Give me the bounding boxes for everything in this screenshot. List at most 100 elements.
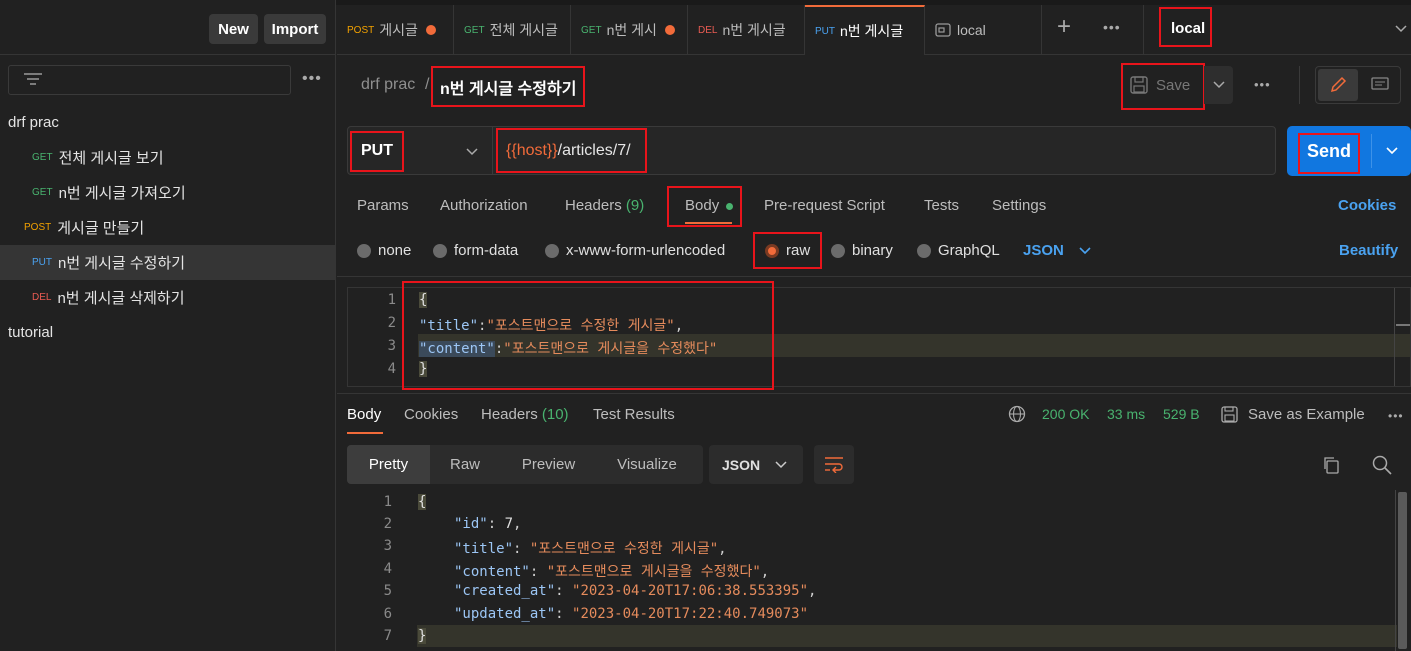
view-visualize[interactable]: Visualize bbox=[597, 445, 697, 484]
method-badge: GET bbox=[32, 187, 53, 198]
response-format-select[interactable]: JSON bbox=[709, 445, 803, 484]
save-button[interactable]: Save bbox=[1124, 66, 1204, 104]
radio-raw-selected[interactable] bbox=[765, 244, 779, 258]
sidebar-item-get-all[interactable]: GET 전체 게시글 보기 bbox=[0, 140, 336, 175]
copy-icon[interactable] bbox=[1322, 456, 1340, 474]
tab-headers[interactable]: Headers (9) bbox=[565, 197, 644, 214]
url-input[interactable]: {{host}}/articles/7/ bbox=[506, 142, 631, 160]
tab-body[interactable]: Body bbox=[685, 197, 719, 214]
sidebar-item-label: 게시글 만들기 bbox=[57, 220, 145, 237]
response-tab-body[interactable]: Body bbox=[347, 406, 381, 423]
tab-put-active[interactable]: PUT n번 게시글 bbox=[805, 5, 925, 55]
divider bbox=[337, 393, 1411, 394]
response-body-viewer[interactable]: 1 2 3 4 5 6 7 { "id": 7, "title": "포스트맨으… bbox=[337, 490, 1411, 651]
tab-get-one[interactable]: GET n번 게시 bbox=[571, 5, 688, 55]
import-button[interactable]: Import bbox=[264, 14, 326, 44]
response-tab-test-results[interactable]: Test Results bbox=[593, 406, 675, 423]
tab-delete[interactable]: DEL n번 게시글 bbox=[688, 5, 805, 55]
request-more-icon[interactable]: ••• bbox=[1254, 77, 1271, 92]
tab-get-all[interactable]: GET 전체 게시글 bbox=[454, 5, 571, 55]
tab-post[interactable]: POST 게시글 bbox=[337, 5, 454, 55]
chevron-down-icon bbox=[1213, 81, 1225, 89]
response-status[interactable]: 200 OK bbox=[1042, 406, 1089, 422]
sidebar-item-delete[interactable]: DEL n번 게시글 삭제하기 bbox=[0, 280, 336, 315]
scrollbar-track[interactable] bbox=[1395, 490, 1396, 651]
search-icon[interactable] bbox=[1372, 455, 1392, 475]
editor-scrollbar[interactable] bbox=[1396, 324, 1410, 326]
json-value: 7 bbox=[504, 516, 514, 532]
method-badge: GET bbox=[32, 152, 53, 163]
sidebar-item-post[interactable]: POST 게시글 만들기 bbox=[0, 210, 336, 245]
response-view-tabs: Pretty Raw Preview Visualize bbox=[347, 445, 703, 484]
radio-binary[interactable] bbox=[831, 244, 845, 258]
tab-prerequest-script[interactable]: Pre-request Script bbox=[764, 197, 885, 214]
response-more-icon[interactable]: ••• bbox=[1388, 409, 1404, 423]
unsaved-dot-icon bbox=[425, 25, 436, 35]
format-value: JSON bbox=[722, 456, 761, 473]
editor-scrollbar-track[interactable] bbox=[1394, 288, 1395, 386]
json-key: "id" bbox=[454, 516, 488, 532]
radio-graphql-label: GraphQL bbox=[938, 242, 1000, 259]
tab-label: local bbox=[957, 22, 986, 38]
view-toggle bbox=[1315, 66, 1401, 104]
save-icon bbox=[1130, 76, 1148, 94]
radio-form-data[interactable] bbox=[433, 244, 447, 258]
radio-graphql[interactable] bbox=[917, 244, 931, 258]
response-scrollbar[interactable] bbox=[1398, 492, 1407, 649]
chevron-down-icon bbox=[775, 460, 787, 468]
tab-params[interactable]: Params bbox=[357, 197, 409, 214]
method-select[interactable]: PUT bbox=[348, 127, 493, 174]
sidebar-item-label: n번 게시글 가져오기 bbox=[58, 185, 186, 202]
view-pretty[interactable]: Pretty bbox=[347, 445, 430, 484]
response-time[interactable]: 33 ms bbox=[1107, 406, 1145, 422]
environment-selector[interactable]: local bbox=[1171, 20, 1205, 37]
radio-urlencoded[interactable] bbox=[545, 244, 559, 258]
response-headers-label: Headers bbox=[481, 406, 538, 423]
sidebar-item-label: n번 게시글 삭제하기 bbox=[57, 290, 185, 307]
new-tab-plus-icon[interactable]: + bbox=[1057, 13, 1071, 41]
new-button[interactable]: New bbox=[209, 14, 258, 44]
view-raw[interactable]: Raw bbox=[430, 445, 500, 484]
wrap-lines-icon bbox=[825, 457, 843, 473]
page-title[interactable]: n번 게시글 수정하기 bbox=[440, 75, 576, 99]
sidebar-item-put[interactable]: PUT n번 게시글 수정하기 bbox=[0, 245, 336, 280]
save-dropdown[interactable] bbox=[1204, 66, 1233, 104]
response-size[interactable]: 529 B bbox=[1163, 406, 1200, 422]
format-select[interactable]: JSON bbox=[1023, 242, 1092, 259]
save-as-example-button[interactable]: Save as Example bbox=[1221, 406, 1365, 423]
collection-tutorial[interactable]: tutorial bbox=[0, 315, 336, 350]
more-options-icon[interactable]: ••• bbox=[302, 70, 322, 88]
beautify-link[interactable]: Beautify bbox=[1339, 242, 1398, 259]
send-button-group: Send bbox=[1287, 126, 1411, 176]
method-badge: POST bbox=[347, 24, 375, 36]
breadcrumb-separator: / bbox=[425, 76, 430, 93]
cookies-link[interactable]: Cookies bbox=[1338, 197, 1396, 214]
request-body-editor[interactable]: 1 2 3 4 { "title":"포스트맨으로 수정한 게시글", "con… bbox=[347, 287, 1411, 387]
breadcrumb-collection[interactable]: drf prac bbox=[361, 76, 415, 94]
filter-search-input[interactable] bbox=[8, 65, 291, 95]
body-tab-underline bbox=[685, 222, 732, 224]
view-preview[interactable]: Preview bbox=[500, 445, 597, 484]
radio-none[interactable] bbox=[357, 244, 371, 258]
tabs-more-icon[interactable]: ••• bbox=[1103, 19, 1121, 35]
save-label: Save bbox=[1156, 76, 1191, 94]
tab-environment-local[interactable]: local bbox=[925, 5, 1042, 55]
chevron-down-icon bbox=[1079, 246, 1091, 254]
response-headers-count: (10) bbox=[541, 406, 569, 423]
environment-chevron-down-icon[interactable] bbox=[1394, 24, 1408, 34]
response-tab-headers[interactable]: Headers (10) bbox=[481, 406, 569, 423]
response-tab-cookies[interactable]: Cookies bbox=[404, 406, 458, 423]
tab-tests[interactable]: Tests bbox=[924, 197, 959, 214]
send-dropdown[interactable] bbox=[1372, 126, 1411, 176]
edit-mode-button[interactable] bbox=[1318, 69, 1358, 101]
tab-settings[interactable]: Settings bbox=[992, 197, 1046, 214]
globe-icon[interactable] bbox=[1008, 405, 1026, 423]
sidebar-item-label: 전체 게시글 보기 bbox=[58, 150, 164, 167]
tab-headers-label: Headers bbox=[565, 197, 622, 214]
wrap-lines-button[interactable] bbox=[814, 445, 854, 484]
send-button[interactable]: Send bbox=[1287, 126, 1371, 176]
documentation-button[interactable] bbox=[1360, 69, 1400, 101]
collection-drf-prac[interactable]: drf prac bbox=[0, 105, 336, 140]
sidebar-item-get-one[interactable]: GET n번 게시글 가져오기 bbox=[0, 175, 336, 210]
tab-authorization[interactable]: Authorization bbox=[440, 197, 528, 214]
